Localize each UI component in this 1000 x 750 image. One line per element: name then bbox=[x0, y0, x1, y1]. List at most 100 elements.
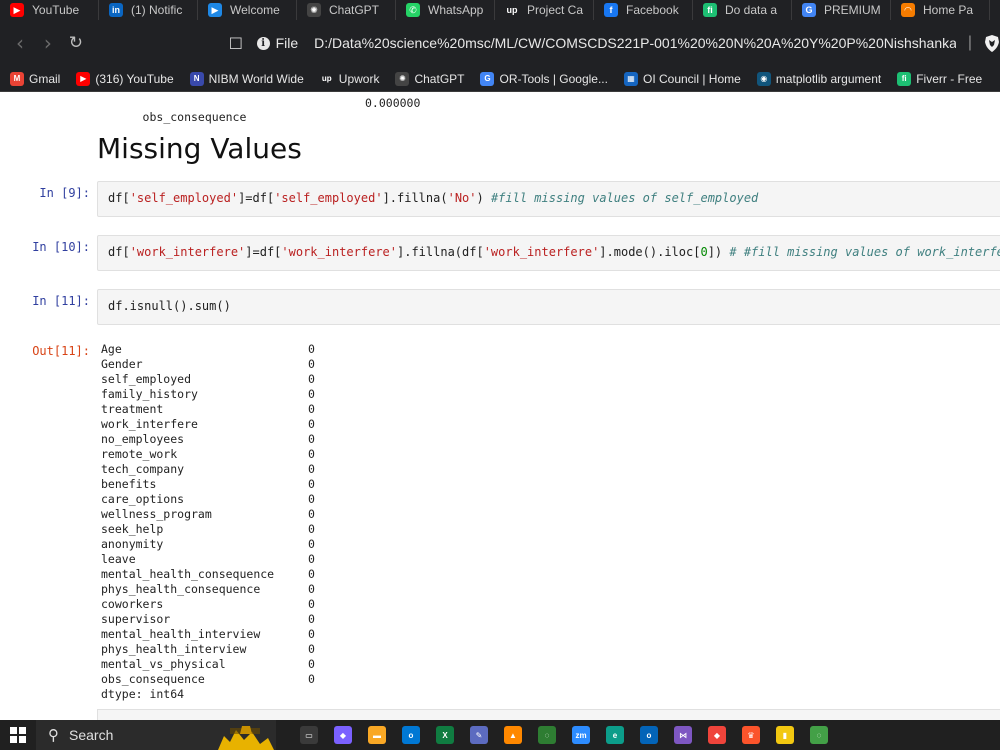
paint-icon[interactable]: ✎ bbox=[470, 726, 488, 744]
status-ring-icon[interactable]: ◌ bbox=[810, 726, 828, 744]
bookmark-page-button[interactable]: ☐ bbox=[225, 34, 247, 53]
output-row: no_employees 0 bbox=[101, 432, 315, 447]
null-count: 0 bbox=[308, 462, 315, 476]
previous-output-key: obs_consequence bbox=[142, 110, 247, 124]
null-count: 0 bbox=[308, 477, 315, 491]
outlook-alt-icon[interactable]: o bbox=[640, 726, 658, 744]
bookmark-label: OI Council | Home bbox=[642, 71, 741, 86]
column-name: mental_health_consequence bbox=[101, 567, 275, 581]
code-cell[interactable]: df.isnull().sum() bbox=[97, 289, 1000, 325]
output-row: self_employed 0 bbox=[101, 372, 315, 387]
code-string: 'self_employed' bbox=[274, 191, 383, 205]
output-prompt: Out[11]: bbox=[32, 344, 90, 358]
copilot-icon[interactable]: ◆ bbox=[334, 726, 352, 744]
null-count: 0 bbox=[308, 522, 315, 536]
vlc-icon[interactable]: ▲ bbox=[504, 726, 522, 744]
column-name: benefits bbox=[101, 477, 157, 491]
browser-tab[interactable]: ✺ ChatGPT bbox=[297, 0, 396, 20]
info-icon[interactable]: i bbox=[256, 36, 270, 50]
code-cell[interactable]: df['work_interfere']=df['work_interfere'… bbox=[97, 235, 1000, 271]
column-name: coworkers bbox=[101, 597, 164, 611]
bookmark-label: ChatGPT bbox=[414, 71, 465, 86]
spinner-app-icon[interactable]: ◌ bbox=[538, 726, 556, 744]
bookmark-item[interactable]: G OR-Tools | Google... bbox=[480, 71, 608, 86]
outlook-icon[interactable]: o bbox=[402, 726, 420, 744]
browser-tab[interactable]: f Facebook bbox=[594, 0, 693, 20]
url-field[interactable]: i File D:/Data%20science%20msc/ML/CW/COM… bbox=[256, 35, 956, 51]
browser-tab[interactable]: ▶ Welcome bbox=[198, 0, 297, 20]
nibm-icon: N bbox=[189, 71, 204, 86]
brave-shield-icon[interactable] bbox=[984, 34, 1000, 52]
reload-button[interactable]: ↻ bbox=[62, 33, 90, 53]
back-button[interactable]: ‹ bbox=[6, 31, 34, 55]
code-cell[interactable] bbox=[97, 709, 1000, 720]
browser-tab[interactable]: fi Do data a bbox=[693, 0, 792, 20]
facebook-icon: f bbox=[604, 3, 618, 17]
windows-start-icon[interactable] bbox=[10, 727, 26, 743]
bookmark-item[interactable]: M Gmail bbox=[10, 71, 60, 86]
power-bi-icon[interactable]: ▮ bbox=[776, 726, 794, 744]
null-count: 0 bbox=[308, 597, 315, 611]
fiverr-icon: fi bbox=[703, 3, 717, 17]
windows-taskbar: ⚲ Search ▭ ◆ ▬ o X ✎ ▲ ◌ zm e o ⋈ ◆ ♛ ▮ ◌ bbox=[0, 720, 1000, 750]
column-name: Age bbox=[101, 342, 122, 356]
column-name: no_employees bbox=[101, 432, 185, 446]
anydesk-icon[interactable]: ◆ bbox=[708, 726, 726, 744]
bookmark-label: NIBM World Wide bbox=[208, 71, 304, 86]
bookmark-item[interactable]: fi Fiverr - Free bbox=[897, 71, 983, 86]
browser-tab[interactable]: ◠ Home Pa bbox=[891, 0, 990, 20]
output-row: Gender 0 bbox=[101, 357, 315, 372]
grid-icon: ▦ bbox=[623, 71, 638, 86]
tab-title: Home Pa bbox=[923, 3, 974, 17]
screen: ▶ YouTube in (1) Notific ▶ Welcome ✺ ChatGPT ✆ Wh… bbox=[0, 0, 1000, 750]
output-row: seek_help 0 bbox=[101, 522, 315, 537]
bookmark-item[interactable]: ▶ (316) YouTube bbox=[76, 71, 174, 86]
home-page-icon: ◠ bbox=[901, 3, 915, 17]
openai-icon: ✺ bbox=[395, 71, 410, 86]
bookmark-item[interactable]: N NIBM World Wide bbox=[189, 71, 304, 86]
tab-strip: ▶ YouTube in (1) Notific ▶ Welcome ✺ ChatGPT ✆ Wh… bbox=[0, 0, 1000, 20]
edge-icon[interactable]: e bbox=[606, 726, 624, 744]
browser-tab[interactable]: ✆ WhatsApp bbox=[396, 0, 495, 20]
bookmark-item[interactable]: ✺ ChatGPT bbox=[395, 71, 465, 86]
null-count: 0 bbox=[308, 387, 315, 401]
code-string: 'work_interfere' bbox=[129, 245, 246, 259]
output-row: tech_company 0 bbox=[101, 462, 315, 477]
null-count: 0 bbox=[308, 492, 315, 506]
brave-icon[interactable]: ♛ bbox=[742, 726, 760, 744]
upwork-icon: up bbox=[319, 71, 334, 86]
output-row: obs_consequence 0 bbox=[101, 672, 315, 687]
browser-tab[interactable]: G PREMIUM bbox=[792, 0, 891, 20]
task-view-icon[interactable]: ▭ bbox=[300, 726, 318, 744]
visual-studio-icon[interactable]: ⋈ bbox=[674, 726, 692, 744]
column-name: obs_consequence bbox=[101, 672, 205, 686]
search-label: Search bbox=[69, 727, 114, 743]
column-name: wellness_program bbox=[101, 507, 212, 521]
column-name: Gender bbox=[101, 357, 143, 371]
zoom-icon[interactable]: zm bbox=[572, 726, 590, 744]
bookmark-item[interactable]: ◉ matplotlib argument bbox=[756, 71, 881, 86]
column-name: remote_work bbox=[101, 447, 178, 461]
bookmark-item[interactable]: up Upwork bbox=[319, 71, 379, 86]
browser-tab[interactable]: ▶ YouTube bbox=[0, 0, 99, 20]
forward-button[interactable]: › bbox=[34, 31, 62, 55]
browser-tab[interactable]: up Project Ca bbox=[495, 0, 594, 20]
column-name: tech_company bbox=[101, 462, 185, 476]
code-cell[interactable]: df['self_employed']=df['self_employed'].… bbox=[97, 181, 1000, 217]
taskbar-search[interactable]: ⚲ Search bbox=[36, 720, 276, 750]
url-text[interactable]: D:/Data%20science%20msc/ML/CW/COMSCDS221… bbox=[314, 35, 956, 51]
tab-title: Project Ca bbox=[527, 3, 584, 17]
output-row: care_options 0 bbox=[101, 492, 315, 507]
bookmark-item[interactable]: ▦ OI Council | Home bbox=[623, 71, 741, 86]
null-count: 0 bbox=[308, 567, 315, 581]
tab-title: ChatGPT bbox=[329, 3, 380, 17]
output-row: remote_work 0 bbox=[101, 447, 315, 462]
browser-tab[interactable]: in (1) Notific bbox=[99, 0, 198, 20]
file-explorer-icon[interactable]: ▬ bbox=[368, 726, 386, 744]
excel-icon[interactable]: X bbox=[436, 726, 454, 744]
bookmark-label: Fiverr - Free bbox=[916, 71, 983, 86]
address-separator: | bbox=[967, 34, 972, 51]
code-token: 0 bbox=[700, 245, 708, 259]
output-row: family_history 0 bbox=[101, 387, 315, 402]
openai-icon: ✺ bbox=[307, 3, 321, 17]
